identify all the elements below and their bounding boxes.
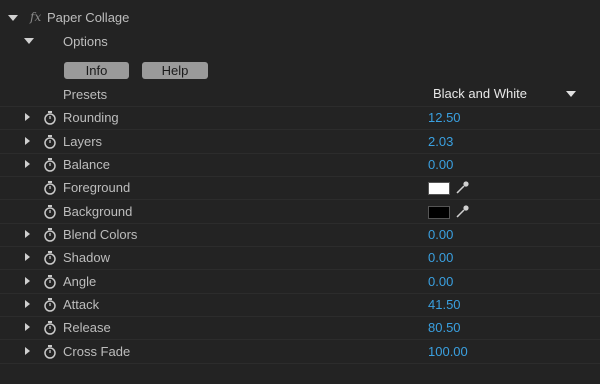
stopwatch-icon[interactable] [43,321,57,335]
eyedropper-icon[interactable] [456,180,470,194]
expand-arrow-icon[interactable] [25,323,30,331]
presets-label: Presets [63,87,108,102]
param-value[interactable]: 100.00 [428,340,468,363]
stopwatch-icon[interactable] [43,158,57,172]
param-label: Rounding [63,110,119,125]
stopwatch-icon[interactable] [43,135,57,149]
expand-arrow-icon[interactable] [25,347,30,355]
eyedropper-icon[interactable] [456,204,470,218]
effect-header-row[interactable]: fx Paper Collage [0,6,600,29]
param-label: Balance [63,157,110,172]
stopwatch-icon[interactable] [43,251,57,265]
param-label: Layers [63,134,103,149]
stopwatch-icon[interactable] [43,181,57,195]
expand-arrow-icon[interactable] [25,137,30,145]
param-value[interactable]: 0.00 [428,246,453,269]
param-row-rounding[interactable]: Rounding 12.50 [0,106,600,130]
param-row-angle[interactable]: Angle 0.00 [0,270,600,294]
presets-dropdown[interactable]: Black and White [426,85,584,103]
stopwatch-icon[interactable] [43,275,57,289]
param-label: Background [63,204,133,219]
param-row-attack[interactable]: Attack 41.50 [0,293,600,317]
param-value[interactable]: 12.50 [428,106,461,129]
param-row-foreground[interactable]: Foreground [0,176,600,200]
param-value[interactable]: 0.00 [428,153,453,176]
options-label: Options [63,34,108,49]
collapse-effect-icon[interactable] [8,15,18,21]
fx-icon[interactable]: fx [30,6,41,29]
param-label: Angle [63,274,97,289]
param-value[interactable]: 80.50 [428,316,461,339]
param-row-background[interactable]: Background [0,200,600,224]
foreground-color-swatch[interactable] [428,182,450,195]
expand-arrow-icon[interactable] [25,253,30,261]
param-label: Foreground [63,180,131,195]
stopwatch-icon[interactable] [43,298,57,312]
chevron-down-icon [566,91,576,97]
param-label: Shadow [63,250,110,265]
param-value[interactable]: 2.03 [428,130,453,153]
param-row-release[interactable]: Release 80.50 [0,316,600,340]
param-row-balance[interactable]: Balance 0.00 [0,153,600,177]
info-button[interactable]: Info [64,62,129,79]
expand-arrow-icon[interactable] [25,113,30,121]
param-value[interactable]: 0.00 [428,223,453,246]
stopwatch-icon[interactable] [43,111,57,125]
param-row-shadow[interactable]: Shadow 0.00 [0,246,600,270]
param-row-blend-colors[interactable]: Blend Colors 0.00 [0,223,600,247]
background-color-swatch[interactable] [428,206,450,219]
expand-arrow-icon[interactable] [25,160,30,168]
effect-controls-panel: fx Paper Collage Options Info Help Prese… [0,0,600,384]
expand-arrow-icon[interactable] [25,300,30,308]
param-label: Release [63,320,111,335]
stopwatch-icon[interactable] [43,345,57,359]
stopwatch-icon[interactable] [43,228,57,242]
param-value[interactable]: 41.50 [428,293,461,316]
presets-selected-value: Black and White [433,86,527,101]
help-button[interactable]: Help [142,62,208,79]
param-label: Attack [63,297,100,312]
param-label: Cross Fade [63,344,131,359]
expand-arrow-icon[interactable] [25,277,30,285]
param-row-cross-fade[interactable]: Cross Fade 100.00 [0,340,600,364]
options-row[interactable]: Options [0,30,600,53]
param-value[interactable]: 0.00 [428,270,453,293]
stopwatch-icon[interactable] [43,205,57,219]
expand-arrow-icon[interactable] [25,230,30,238]
effect-name: Paper Collage [47,10,130,25]
collapse-options-icon[interactable] [24,38,34,44]
param-label: Blend Colors [63,227,138,242]
param-row-layers[interactable]: Layers 2.03 [0,130,600,154]
